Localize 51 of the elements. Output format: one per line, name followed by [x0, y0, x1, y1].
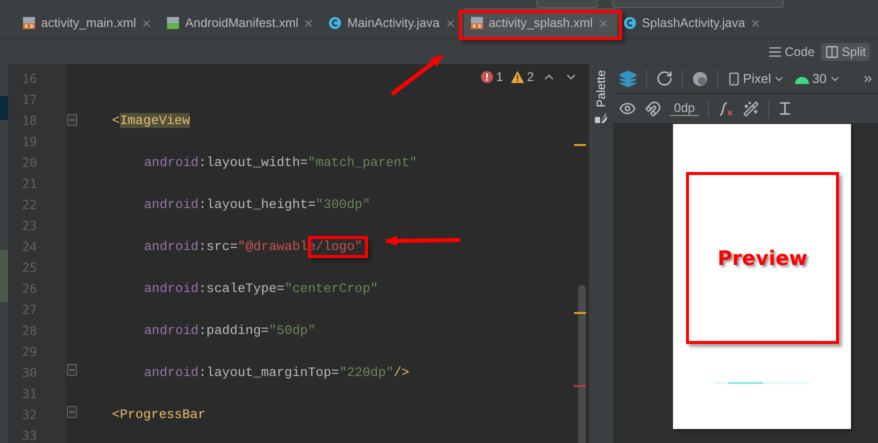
code-line: <ProgressBar — [112, 407, 206, 422]
phone-icon — [727, 72, 741, 86]
annotation-arrow — [390, 54, 444, 96]
code-line: android:layout_width="match_parent" — [144, 155, 418, 170]
change-marker — [0, 250, 8, 302]
lines-icon — [768, 44, 782, 58]
code-line: android:layout_marginTop="220dp"/> — [144, 365, 410, 380]
xml-file-icon — [470, 16, 484, 30]
editor-tab[interactable]: activity_main.xml — [16, 8, 160, 38]
code-line: <ImageView — [112, 113, 190, 128]
magnet-icon[interactable] — [645, 100, 661, 116]
code-line: android:scaleType="centerCrop" — [144, 281, 378, 296]
device-dropdown[interactable]: Pixel — [727, 71, 786, 86]
error-marker[interactable] — [574, 385, 586, 387]
editor-tab[interactable]: SplashActivity.java — [616, 8, 770, 38]
palette-tool-tab[interactable]: Palette — [588, 64, 613, 443]
fold-icon[interactable] — [67, 364, 77, 376]
warning-marker[interactable] — [574, 312, 586, 314]
scrollbar-thumb[interactable] — [578, 285, 586, 443]
close-icon[interactable] — [750, 18, 762, 28]
close-icon[interactable] — [444, 18, 456, 28]
view-mode-button[interactable]: Split — [820, 42, 870, 60]
close-icon[interactable] — [598, 18, 609, 28]
rotate-icon[interactable] — [656, 70, 673, 87]
split-icon — [824, 44, 839, 58]
clear-constraints-icon[interactable] — [718, 100, 734, 116]
annotation-label: Preview — [717, 246, 808, 270]
error-count[interactable]: 1 — [481, 70, 504, 84]
class-file-icon — [622, 16, 637, 30]
code-line: android:padding="50dp" — [144, 323, 316, 338]
selection-marker — [0, 96, 8, 120]
code-line: android:layout_height="300dp" — [144, 197, 370, 212]
warning-marker[interactable] — [574, 144, 586, 146]
align-icon[interactable] — [778, 100, 792, 116]
magic-wand-icon[interactable] — [742, 100, 759, 116]
class-file-icon — [328, 16, 342, 30]
editor-tab[interactable]: MainActivity.java — [322, 8, 464, 38]
close-icon[interactable] — [303, 18, 314, 28]
palette-icon — [595, 111, 607, 124]
editor-tab[interactable]: AndroidManifest.xml — [160, 8, 322, 38]
default-margin-field[interactable]: 0dp — [670, 101, 699, 116]
night-mode-icon[interactable] — [692, 70, 708, 86]
close-icon[interactable] — [141, 18, 152, 28]
eye-icon[interactable] — [619, 100, 636, 117]
view-mode-button[interactable]: Code — [764, 42, 819, 60]
fold-icon[interactable] — [67, 406, 77, 418]
manifest-file-icon — [166, 16, 180, 30]
fold-icon[interactable] — [67, 114, 77, 126]
api-dropdown[interactable]: 30 — [794, 71, 841, 86]
layers-icon[interactable] — [619, 70, 637, 88]
xml-file-icon — [22, 16, 36, 30]
